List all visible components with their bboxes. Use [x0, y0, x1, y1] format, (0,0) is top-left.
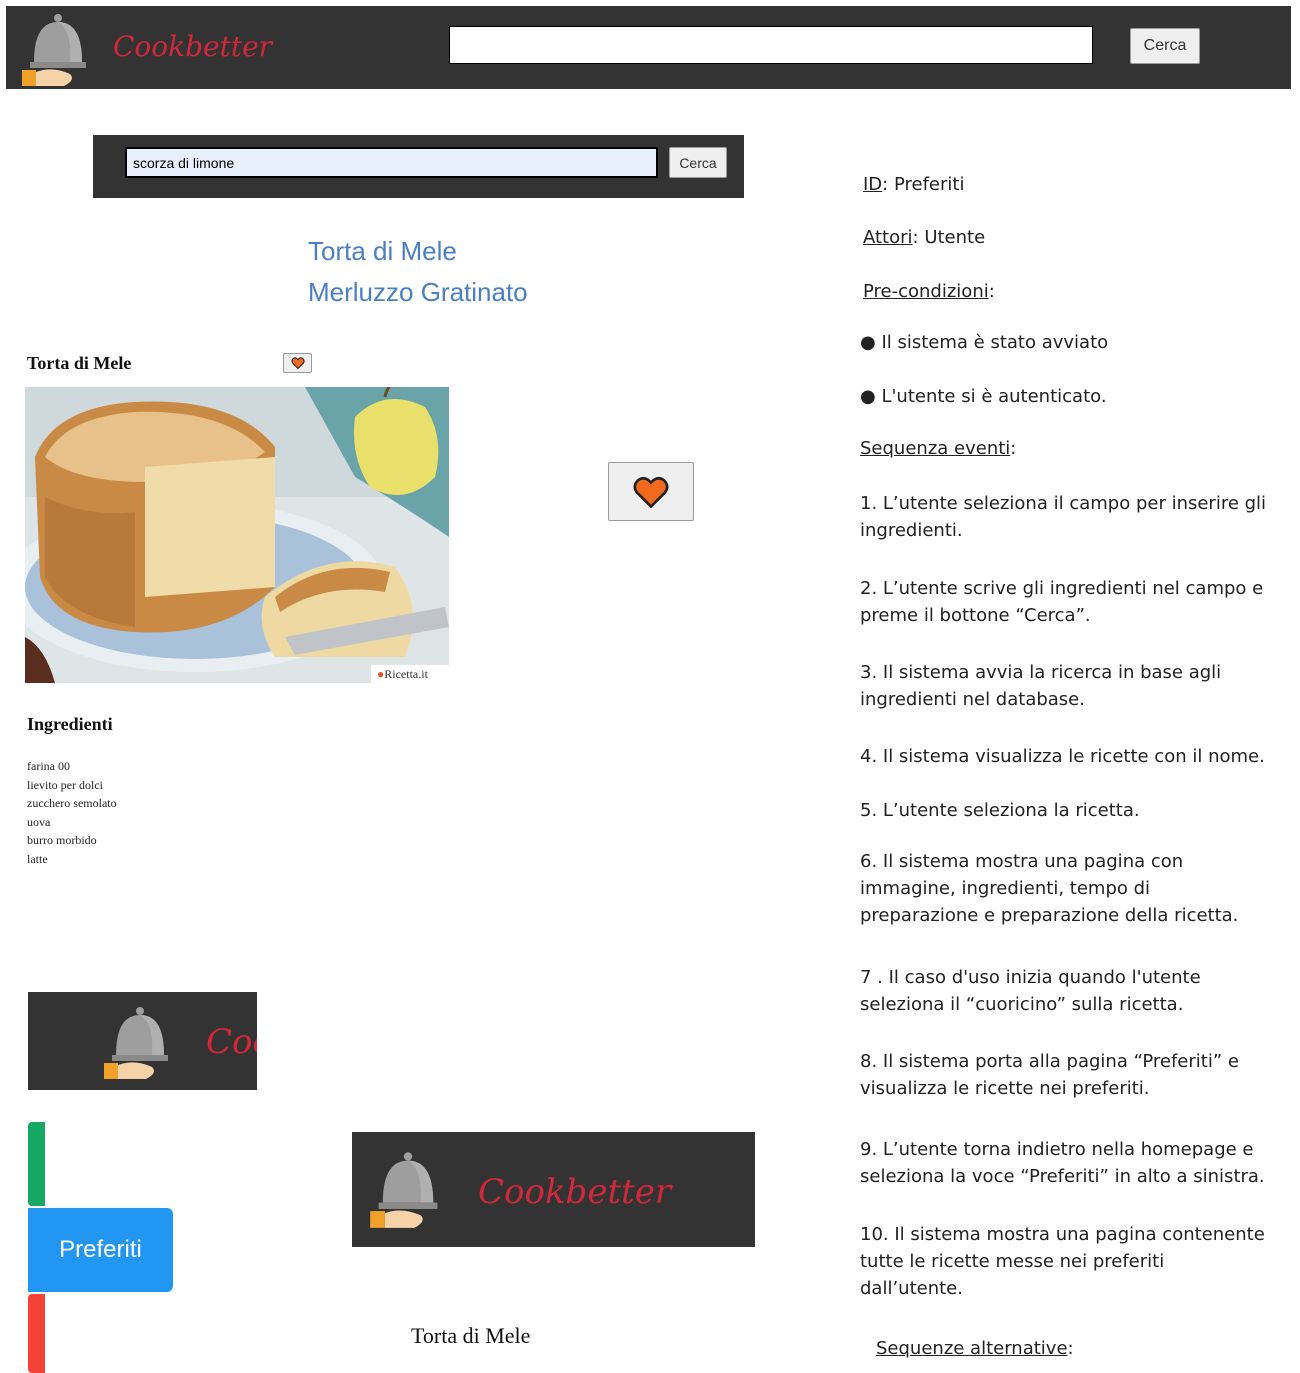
- step-1: 1. L’utente seleziona il campo per inser…: [860, 493, 1267, 541]
- step-7: 7 . Il caso d'uso inizia quando l'utente…: [860, 967, 1201, 1015]
- search-button[interactable]: Cerca: [1130, 28, 1200, 64]
- favorites-header: Cookbetter: [352, 1132, 755, 1247]
- favorites-button[interactable]: Preferiti: [28, 1208, 173, 1292]
- list-item: farina 00: [27, 759, 70, 773]
- brand-name[interactable]: Cookbetter: [113, 30, 272, 63]
- ingredients-search-input[interactable]: [125, 147, 658, 178]
- recipe-title: Torta di Mele: [27, 353, 132, 373]
- favorite-button-small[interactable]: [283, 353, 312, 373]
- list-item: lievito per dolci: [27, 777, 103, 792]
- list-item: uova: [27, 814, 51, 829]
- brand-name-partial: Cook: [206, 1022, 257, 1062]
- sidebar-item-green[interactable]: [28, 1122, 45, 1206]
- list-item: burro morbido: [27, 833, 97, 847]
- list-item: latte: [27, 851, 48, 866]
- result-link-1[interactable]: Torta di Mele: [308, 236, 457, 267]
- search-input[interactable]: [449, 26, 1093, 64]
- step-3: 3. Il sistema avvia la ricerca in base a…: [860, 662, 1222, 710]
- sidebar-item-red[interactable]: [28, 1294, 45, 1373]
- step-10: 10. Il sistema mostra una pagina contene…: [860, 1224, 1265, 1299]
- result-link-2[interactable]: Merluzzo Gratinato: [308, 277, 528, 308]
- precondition-item: ● Il sistema è stato avviato: [860, 332, 1109, 353]
- step-6: 6. Il sistema mostra una pagina con immag…: [860, 851, 1239, 926]
- step-9: 9. L’utente torna indietro nella homepag…: [860, 1139, 1265, 1187]
- ingredients-list: farina 00 lievito per dolci zucchero sem…: [27, 757, 117, 868]
- favorite-button-large[interactable]: [608, 462, 694, 521]
- use-case-sequence-label: Sequenza eventi:: [860, 438, 1017, 459]
- use-case-preconditions-label: Pre-condizioni:: [863, 281, 995, 302]
- cloche-logo-icon: [104, 1007, 168, 1079]
- cloche-logo-icon: [370, 1152, 438, 1228]
- heart-icon: [633, 476, 669, 508]
- image-watermark: ●Ricetta.it: [377, 667, 428, 681]
- cloche-logo-icon[interactable]: [18, 10, 98, 88]
- heart-icon: [290, 357, 305, 369]
- ingredients-search-button[interactable]: Cerca: [669, 147, 727, 178]
- recipe-image: [25, 387, 449, 683]
- ingredients-heading: Ingredienti: [27, 714, 113, 734]
- brand-crop: Cook: [28, 992, 257, 1090]
- step-4: 4. Il sistema visualizza le ricette con …: [860, 746, 1265, 767]
- step-2: 2. L’utente scrive gli ingredienti nel c…: [860, 578, 1264, 626]
- step-8: 8. Il sistema porta alla pagina “Preferi…: [860, 1051, 1239, 1099]
- brand-name[interactable]: Cookbetter: [478, 1172, 671, 1212]
- step-5: 5. L’utente seleziona la ricetta.: [860, 800, 1140, 821]
- use-case-actors: Attori: Utente: [863, 227, 986, 248]
- favorite-recipe-item[interactable]: Torta di Mele: [411, 1323, 530, 1349]
- use-case-alternatives-label: Sequenze alternative:: [876, 1338, 1074, 1359]
- use-case-id: ID: Preferiti: [863, 174, 965, 195]
- precondition-item: ● L'utente si è autenticato.: [860, 386, 1107, 407]
- list-item: zucchero semolato: [27, 796, 117, 810]
